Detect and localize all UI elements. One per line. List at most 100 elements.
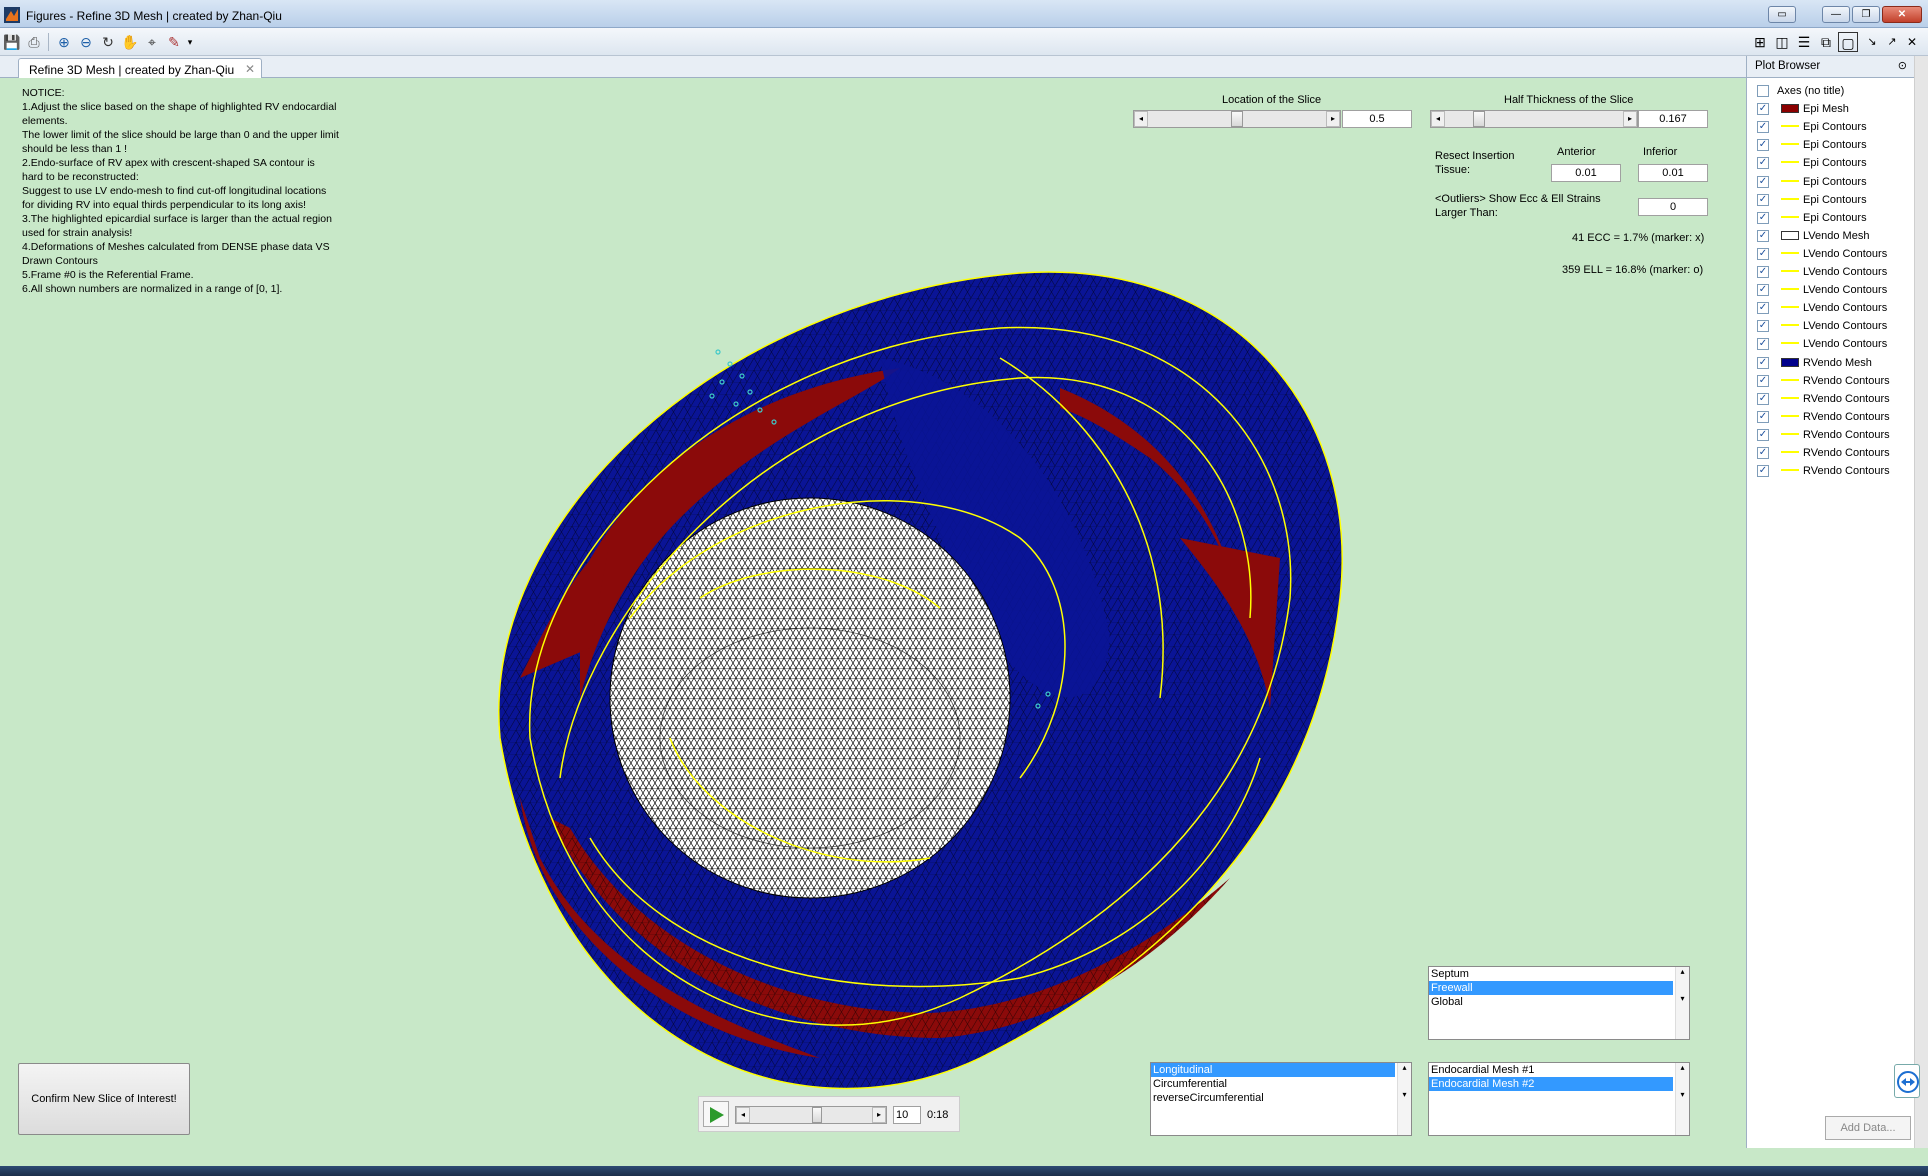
visibility-checkbox[interactable]: ✓ [1757, 139, 1769, 152]
visibility-checkbox[interactable]: ✓ [1757, 302, 1769, 315]
visibility-checkbox[interactable]: ✓ [1757, 338, 1769, 351]
list-item-endo-mesh-1[interactable]: Endocardial Mesh #1 [1429, 1063, 1689, 1077]
location-slider-thumb[interactable] [1231, 111, 1243, 127]
plot-browser-item[interactable]: ✓ Epi Mesh [1757, 100, 1913, 118]
brush-icon[interactable]: ✎ [164, 32, 184, 52]
close-button[interactable]: ✕ [1882, 6, 1922, 23]
plot-browser-item[interactable]: ✓ RVendo Contours [1757, 390, 1913, 408]
anterior-value-box[interactable]: 0.01 [1551, 164, 1621, 182]
plot-browser-item[interactable]: ✓ RVendo Contours [1757, 444, 1913, 462]
maximize-icon[interactable]: ▢ [1838, 32, 1858, 52]
tab-close-icon[interactable]: ✕ [245, 62, 255, 76]
slider-left-arrow-icon[interactable]: ◂ [1431, 111, 1445, 127]
plot-browser-item[interactable]: ✓ RVendo Contours [1757, 372, 1913, 390]
slider-right-arrow-icon[interactable]: ▸ [1326, 111, 1340, 127]
tile-columns-icon[interactable]: ◫ [1772, 32, 1792, 52]
mesh-3d-plot[interactable] [460, 178, 1380, 1168]
toolbar-close-icon[interactable]: ✕ [1902, 32, 1922, 52]
plot-browser-item[interactable]: ✓ RVendo Contours [1757, 462, 1913, 480]
brush-dropdown-icon[interactable]: ▾ [184, 32, 196, 52]
visibility-checkbox[interactable]: ✓ [1757, 103, 1769, 116]
vertical-scrollbar[interactable] [1914, 56, 1928, 1148]
slider-left-arrow-icon[interactable]: ◂ [736, 1107, 750, 1123]
list-item-longitudinal[interactable]: Longitudinal [1151, 1063, 1395, 1077]
confirm-slice-button[interactable]: Confirm New Slice of Interest! [18, 1063, 190, 1135]
restore-button[interactable]: ❐ [1852, 6, 1880, 23]
pin-icon[interactable]: ↗ [1882, 32, 1902, 52]
print-icon[interactable]: ⎙ [24, 32, 44, 52]
visibility-checkbox[interactable]: ✓ [1757, 374, 1769, 387]
visibility-checkbox[interactable]: ✓ [1757, 284, 1769, 297]
plot-browser-menu-icon[interactable]: ⊙ [1898, 59, 1907, 72]
list-item-reverse-circumferential[interactable]: reverseCircumferential [1151, 1091, 1411, 1105]
list-scrollbar[interactable]: ▴ ▾ [1397, 1063, 1411, 1135]
visibility-checkbox[interactable]: ✓ [1757, 465, 1769, 478]
plot-browser-item[interactable]: ✓ Epi Contours [1757, 118, 1913, 136]
play-button[interactable] [703, 1101, 729, 1127]
minimize-button[interactable]: — [1822, 6, 1850, 23]
plot-browser-item[interactable]: Axes (no title) [1757, 82, 1913, 100]
rotate-3d-icon[interactable]: ↻ [98, 32, 118, 52]
data-cursor-icon[interactable]: ⌖ [142, 32, 162, 52]
save-icon[interactable]: 💾 [2, 32, 22, 52]
list-item-freewall[interactable]: Freewall [1429, 981, 1673, 995]
visibility-checkbox[interactable]: ✓ [1757, 247, 1769, 260]
list-scrollbar[interactable]: ▴ ▾ [1675, 1063, 1689, 1135]
float-icon[interactable]: ⧉ [1816, 32, 1836, 52]
plot-browser-item[interactable]: ✓ RVendo Contours [1757, 408, 1913, 426]
visibility-checkbox[interactable]: ✓ [1757, 193, 1769, 206]
plot-browser-item[interactable]: ✓ Epi Contours [1757, 209, 1913, 227]
frame-number-box[interactable]: 10 [893, 1106, 921, 1124]
frame-slider-thumb[interactable] [812, 1107, 822, 1123]
visibility-checkbox[interactable]: ✓ [1757, 410, 1769, 423]
plot-browser-item[interactable]: ✓ LVendo Contours [1757, 245, 1913, 263]
tab-refine-3d-mesh[interactable]: Refine 3D Mesh | created by Zhan-Qiu ✕ [18, 58, 262, 79]
inferior-value-box[interactable]: 0.01 [1638, 164, 1708, 182]
region-listbox[interactable]: Septum Freewall Global ▴ ▾ [1428, 966, 1690, 1040]
visibility-checkbox[interactable]: ✓ [1757, 320, 1769, 333]
visibility-checkbox[interactable]: ✓ [1757, 447, 1769, 459]
thickness-value-box[interactable]: 0.167 [1638, 110, 1708, 128]
plot-browser-item[interactable]: ✓ LVendo Contours [1757, 263, 1913, 281]
list-item-endo-mesh-2[interactable]: Endocardial Mesh #2 [1429, 1077, 1673, 1091]
plot-browser-item[interactable]: ✓ LVendo Contours [1757, 299, 1913, 317]
strain-type-listbox[interactable]: Longitudinal Circumferential reverseCirc… [1150, 1062, 1412, 1136]
slider-right-arrow-icon[interactable]: ▸ [872, 1107, 886, 1123]
thickness-slider-thumb[interactable] [1473, 111, 1485, 127]
tile-rows-icon[interactable]: ☰ [1794, 32, 1814, 52]
outliers-value-box[interactable]: 0 [1638, 198, 1708, 216]
plot-browser-item[interactable]: ✓ RVendo Mesh [1757, 354, 1913, 372]
pan-hand-icon[interactable]: ✋ [120, 32, 140, 52]
visibility-checkbox[interactable]: ✓ [1757, 428, 1769, 441]
slider-left-arrow-icon[interactable]: ◂ [1134, 111, 1148, 127]
tile-grid-icon[interactable]: ⊞ [1750, 32, 1770, 52]
list-item-circumferential[interactable]: Circumferential [1151, 1077, 1411, 1091]
plot-browser-item[interactable]: ✓ Epi Contours [1757, 136, 1913, 154]
visibility-checkbox[interactable] [1757, 85, 1769, 97]
list-scrollbar[interactable]: ▴ ▾ [1675, 967, 1689, 1039]
visibility-checkbox[interactable]: ✓ [1757, 229, 1769, 242]
visibility-checkbox[interactable]: ✓ [1757, 157, 1769, 170]
mesh-listbox[interactable]: Endocardial Mesh #1 Endocardial Mesh #2 … [1428, 1062, 1690, 1136]
add-data-button[interactable]: Add Data... [1825, 1116, 1911, 1140]
plot-browser-item[interactable]: ✓ Epi Contours [1757, 173, 1913, 191]
dock-icon[interactable]: ▭ [1768, 6, 1796, 23]
visibility-checkbox[interactable]: ✓ [1757, 392, 1769, 405]
location-value-box[interactable]: 0.5 [1342, 110, 1412, 128]
zoom-in-icon[interactable]: ⊕ [54, 32, 74, 52]
undock-icon[interactable]: ↘ [1862, 32, 1882, 52]
location-slider[interactable]: ◂ ▸ [1133, 110, 1341, 128]
list-item-septum[interactable]: Septum [1429, 967, 1689, 981]
plot-browser-item[interactable]: ✓ LVendo Mesh [1757, 227, 1913, 245]
plot-browser-item[interactable]: ✓ LVendo Contours [1757, 335, 1913, 353]
visibility-checkbox[interactable]: ✓ [1757, 175, 1769, 188]
visibility-checkbox[interactable]: ✓ [1757, 356, 1769, 369]
thickness-slider[interactable]: ◂ ▸ [1430, 110, 1638, 128]
list-item-global[interactable]: Global [1429, 995, 1689, 1009]
plot-browser-item[interactable]: ✓ LVendo Contours [1757, 317, 1913, 335]
frame-slider[interactable]: ◂ ▸ [735, 1106, 887, 1124]
visibility-checkbox[interactable]: ✓ [1757, 121, 1769, 134]
plot-browser-item[interactable]: ✓ RVendo Contours [1757, 426, 1913, 444]
teamviewer-icon[interactable] [1894, 1064, 1920, 1098]
visibility-checkbox[interactable]: ✓ [1757, 211, 1769, 224]
